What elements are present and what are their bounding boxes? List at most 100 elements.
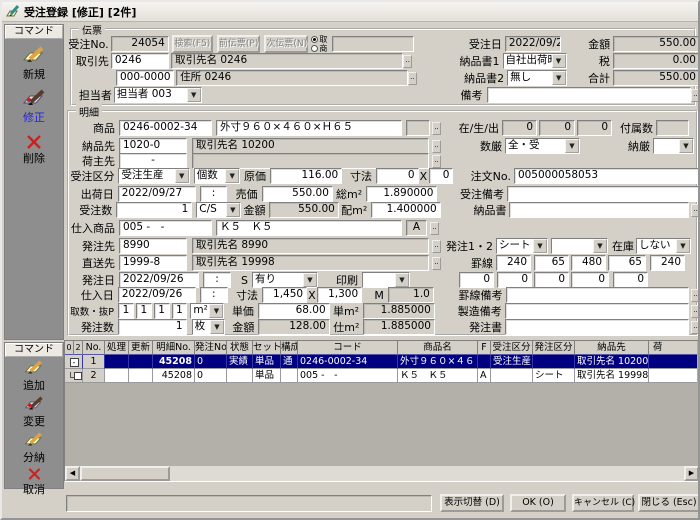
qty-field[interactable]: 1 [116, 202, 192, 218]
dist-m2-field[interactable]: 1.400000 [371, 202, 440, 218]
direct-code-field[interactable]: 1999-8 [119, 255, 187, 271]
scroll-right-icon[interactable]: ▶ [684, 466, 699, 481]
rule2-field-3[interactable]: 0 [534, 272, 569, 288]
lookup-field[interactable] [332, 36, 414, 52]
qty-strict-dropdown[interactable]: 全・受▼ [505, 138, 580, 154]
sidebar-item-delete[interactable]: 削除 [5, 135, 63, 166]
po-no-field[interactable]: 005000058053 [514, 168, 700, 184]
stock-dropdown[interactable]: しない▼ [636, 238, 691, 254]
col-nohinsaki[interactable]: 納品先 [575, 341, 649, 355]
po-qty-field[interactable]: 1 [118, 319, 187, 335]
col-f[interactable]: F [478, 341, 491, 355]
ship-date-field[interactable]: 2022/09/27 [118, 186, 196, 202]
sidebar-item-modify[interactable]: 修正 [5, 89, 63, 125]
delivery-doc-field[interactable] [509, 202, 689, 218]
search-button[interactable]: 検索(F5) [172, 35, 213, 53]
grid-row-1[interactable]: - 1 45208 0 実績 単品 通 0246-0002-34 外寸９６０×４… [65, 355, 699, 369]
po12-a-dropdown[interactable]: シート▼ [496, 238, 548, 254]
rule-note-expand-button[interactable]: .. [691, 289, 700, 302]
supply-name-field[interactable]: Ｋ５ Ｋ５ [216, 220, 402, 236]
rule-note-field[interactable] [506, 287, 690, 303]
delivery2-dropdown[interactable]: 無し▼ [507, 70, 567, 86]
col-jotai[interactable]: 状態 [227, 341, 253, 355]
col-juchu-kubun[interactable]: 受注区分 [491, 341, 533, 355]
pieces-field-2[interactable]: 1 [136, 303, 152, 319]
rule2-field-1[interactable]: 0 [459, 272, 494, 288]
po12-b-dropdown[interactable]: ▼ [551, 238, 608, 254]
size-w-field[interactable]: 0 [376, 168, 419, 184]
purchase-date-field[interactable]: 2022/09/26 [118, 287, 196, 303]
col-koshin[interactable]: 更新 [129, 341, 153, 355]
sidebar-item-change[interactable]: 変更 [5, 396, 63, 429]
supplier-lookup-button[interactable]: .. [432, 240, 441, 253]
col-hacchu-no[interactable]: 発注No. [195, 341, 227, 355]
unit-class-dropdown[interactable]: 個数▼ [194, 168, 241, 184]
pieces-field-1[interactable]: 1 [118, 303, 134, 319]
product-code-field[interactable]: 0246-0002-34 [119, 120, 212, 136]
po-doc-field[interactable] [505, 319, 689, 335]
staff-dropdown[interactable]: 担当者 003▼ [114, 87, 202, 103]
col-code[interactable]: コード [298, 341, 398, 355]
rule-field-1[interactable]: 240 [496, 255, 531, 271]
rule2-field-4[interactable]: 0 [571, 272, 609, 288]
col-no[interactable]: No. [83, 341, 105, 355]
col-set[interactable]: セット [253, 341, 281, 355]
direct-lookup-button[interactable]: .. [432, 257, 441, 270]
col-hacchu-kubun[interactable]: 発注区分 [533, 341, 575, 355]
po-qty-unit-dropdown[interactable]: 枚▼ [192, 319, 225, 335]
sheet-h-field[interactable]: 1,300 [317, 287, 362, 303]
postal-field[interactable]: 000-0000 [116, 70, 174, 86]
shipper-code-field[interactable]: - [119, 153, 187, 169]
unit-price-field[interactable]: 68.00 [258, 303, 330, 319]
col-shori[interactable]: 処理 [105, 341, 129, 355]
grid-horizontal-scrollbar[interactable]: ◀ ▶ [65, 466, 699, 481]
order-note-field[interactable] [507, 186, 700, 202]
voucher-note-expand-button[interactable]: .. [691, 89, 700, 102]
voucher-note-field[interactable] [487, 87, 691, 103]
grid-row-2[interactable]: 2 45208 0 単品 005 - - Ｋ５ Ｋ５ A シート 取引先名 19… [65, 369, 699, 383]
sheet-w-field[interactable]: 1,450 [262, 287, 307, 303]
ok-button[interactable]: OK (O) [510, 494, 566, 512]
scroll-left-icon[interactable]: ◀ [65, 466, 80, 481]
address-lookup-button[interactable]: .. [408, 72, 417, 85]
mfg-note-field[interactable] [505, 303, 689, 319]
delivery1-dropdown[interactable]: 自社出荷時▼ [503, 53, 567, 69]
qty-unit-dropdown[interactable]: C/S▼ [196, 202, 241, 218]
ship-time-field[interactable]: : [200, 186, 227, 202]
next-voucher-button[interactable]: 次伝票(N) [264, 35, 308, 53]
cancel-button[interactable]: キャンセル (C) [572, 494, 634, 512]
po-doc-expand-button[interactable]: .. [691, 321, 700, 334]
radio-tori[interactable]: 取 [311, 35, 330, 44]
delivery-to-code-field[interactable]: 1020-0 [119, 138, 187, 154]
supply-code-field[interactable]: 005 - - [119, 220, 212, 236]
mfg-note-expand-button[interactable]: .. [691, 305, 700, 318]
product-name-field[interactable]: 外寸９６０×４６０×Ｈ６５ [216, 120, 402, 136]
col-shohin-mei[interactable]: 商品名 [398, 341, 478, 355]
purchase-time-field[interactable]: : [200, 287, 228, 303]
supplier-code-field[interactable]: 8990 [119, 238, 187, 254]
po-time-field[interactable]: : [203, 272, 231, 288]
close-button[interactable]: 閉じる (Esc) [638, 494, 700, 512]
total-m2-field[interactable]: 1.890000 [366, 186, 437, 202]
col-kosei[interactable]: 構成 [281, 341, 298, 355]
delivery-to-lookup-button[interactable]: .. [432, 140, 441, 153]
shipper-lookup-button[interactable]: .. [432, 155, 441, 168]
radio-sho[interactable]: 商 [311, 44, 330, 53]
product-lookup-button[interactable]: .. [432, 122, 441, 135]
display-toggle-button[interactable]: 表示切替 (D) [440, 494, 504, 512]
prev-voucher-button[interactable]: 前伝票(P) [217, 35, 260, 53]
col-meisai-no[interactable]: 明細No. [153, 341, 195, 355]
s-dropdown[interactable]: 有り▼ [252, 272, 318, 288]
cost-field[interactable]: 116.00 [270, 168, 342, 184]
pieces-unit-dropdown[interactable]: m²▼ [190, 303, 224, 319]
sidebar-item-new[interactable]: 新規 [5, 46, 63, 82]
col-ni[interactable]: 荷 [649, 341, 697, 355]
grid-corner-2[interactable]: 2 [74, 341, 83, 355]
pieces-field-3[interactable]: 1 [154, 303, 170, 319]
order-class-dropdown[interactable]: 受注生産▼ [118, 168, 189, 184]
row-checkbox[interactable] [74, 372, 82, 380]
supply-lookup-button[interactable]: .. [430, 222, 439, 235]
rule2-field-2[interactable]: 0 [497, 272, 532, 288]
order-no-field[interactable]: 24054 [111, 36, 169, 52]
grid-corner-0[interactable]: 0 [65, 341, 74, 355]
